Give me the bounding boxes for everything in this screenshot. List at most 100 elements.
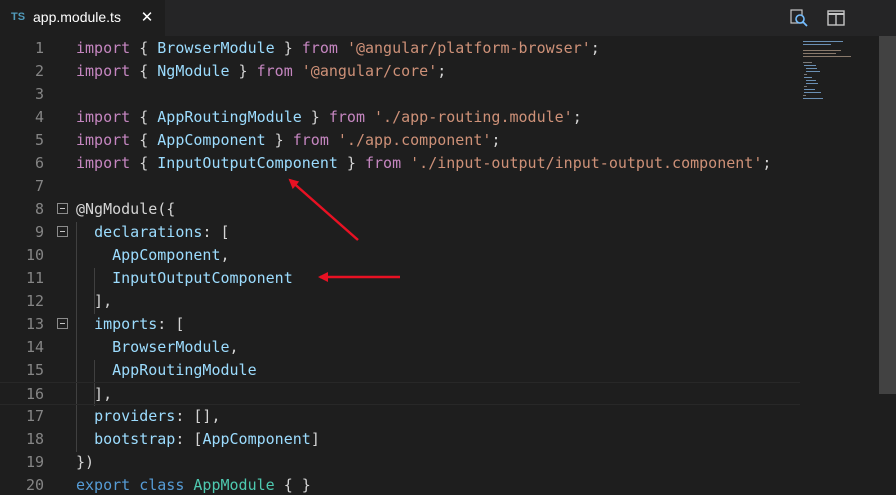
line-number: 4	[34, 108, 44, 126]
code-line[interactable]: 7	[0, 175, 800, 198]
code-line[interactable]: 20 export class AppModule { }	[0, 474, 800, 495]
code-token: bootstrap	[94, 430, 176, 448]
code-token: providers	[94, 407, 176, 425]
code-token: : [],	[175, 407, 221, 425]
code-line[interactable]: 6 import { InputOutputComponent } from '.…	[0, 152, 800, 175]
code-token: '@angular/platform-browser'	[346, 39, 591, 57]
code-line[interactable]: 2 import { NgModule } from '@angular/core…	[0, 60, 800, 83]
line-number: 17	[25, 407, 44, 425]
code-line[interactable]: 5 import { AppComponent } from './app.com…	[0, 129, 800, 152]
line-number: 13	[25, 315, 44, 333]
code-token: import	[76, 108, 131, 126]
code-token: import	[76, 62, 131, 80]
code-token: { }	[274, 476, 311, 494]
code-line[interactable]: 13 imports: [	[0, 313, 800, 336]
code-token: })	[76, 453, 95, 471]
code-line[interactable]: 4 import { AppRoutingModule } from './app…	[0, 106, 800, 129]
code-line[interactable]: 19})	[0, 451, 800, 474]
close-tab-icon[interactable]: ✕	[138, 8, 156, 26]
code-token: import	[76, 131, 131, 149]
code-token: ;	[437, 62, 447, 80]
line-number: 11	[25, 269, 44, 287]
code-token: }	[301, 108, 329, 126]
code-line[interactable]: 12 ],	[0, 290, 800, 313]
vertical-scrollbar[interactable]	[879, 36, 896, 495]
code-line[interactable]: 14 BrowserModule,	[0, 336, 800, 359]
minimap[interactable]	[800, 36, 878, 495]
code-token: ({	[157, 200, 176, 218]
code-token: ,	[220, 246, 230, 264]
line-number: 10	[25, 246, 44, 264]
code-line[interactable]: 16 ],	[0, 382, 800, 405]
code-token: @NgModule	[76, 200, 158, 218]
code-line[interactable]: 8 @NgModule({	[0, 198, 800, 221]
code-line[interactable]: 9 declarations: [	[0, 221, 800, 244]
code-token: AppModule	[193, 476, 275, 494]
code-token: imports	[94, 315, 158, 333]
line-number: 6	[34, 154, 44, 172]
code-text: AppRoutingModule	[76, 359, 257, 382]
line-number: 8	[34, 200, 44, 218]
code-token: './input-output/input-output.component'	[410, 154, 763, 172]
code-line[interactable]: 15 AppRoutingModule	[0, 359, 800, 382]
line-number: 2	[34, 62, 44, 80]
code-text: })	[76, 451, 94, 474]
line-number: 19	[25, 453, 44, 471]
code-token: NgModule	[157, 62, 230, 80]
code-token: AppComponent	[202, 430, 311, 448]
code-token: AppComponent	[157, 131, 266, 149]
code-token: BrowserModule	[112, 338, 230, 356]
code-token: declarations	[94, 223, 203, 241]
code-token: ;	[590, 39, 600, 57]
split-editor-icon[interactable]	[826, 8, 846, 28]
fold-toggle-icon[interactable]	[57, 203, 68, 214]
scrollbar-thumb[interactable]	[879, 36, 896, 394]
code-line[interactable]: 1 import { BrowserModule } from '@angular…	[0, 37, 800, 60]
editor-tab-app-module[interactable]: TS app.module.ts ✕	[0, 0, 165, 36]
line-number: 18	[25, 430, 44, 448]
code-line[interactable]: 11 InputOutputComponent	[0, 267, 800, 290]
code-token: from	[301, 39, 338, 57]
code-token: './app-routing.module'	[374, 108, 573, 126]
code-text: ],	[76, 290, 112, 313]
code-token: }	[265, 131, 293, 149]
code-token: class	[139, 476, 185, 494]
fold-toggle-icon[interactable]	[57, 318, 68, 329]
code-token: AppComponent	[112, 246, 221, 264]
code-line[interactable]: 3	[0, 83, 800, 106]
code-token: export	[76, 476, 131, 494]
code-editor[interactable]: 1 import { BrowserModule } from '@angular…	[0, 36, 800, 495]
code-token: BrowserModule	[157, 39, 275, 57]
line-number: 20	[25, 476, 44, 494]
code-token: import	[76, 39, 131, 57]
code-token: ]	[310, 430, 320, 448]
code-text: bootstrap: [AppComponent]	[76, 428, 320, 451]
line-number: 3	[34, 85, 44, 103]
line-number: 5	[34, 131, 44, 149]
code-line[interactable]: 18 bootstrap: [AppComponent]	[0, 428, 800, 451]
code-token: from	[328, 108, 365, 126]
code-line[interactable]: 10 AppComponent,	[0, 244, 800, 267]
code-token: ],	[76, 292, 113, 310]
open-changes-icon[interactable]	[789, 8, 809, 28]
code-token: '@angular/core'	[301, 62, 438, 80]
code-token: ,	[229, 338, 239, 356]
line-number: 12	[25, 292, 44, 310]
tab-title: app.module.ts	[33, 9, 121, 25]
code-text: export class AppModule { }	[76, 474, 311, 495]
code-token: {	[130, 39, 158, 57]
code-token: AppRoutingModule	[157, 108, 302, 126]
fold-toggle-icon[interactable]	[57, 226, 68, 237]
code-line[interactable]: 17 providers: [],	[0, 405, 800, 428]
